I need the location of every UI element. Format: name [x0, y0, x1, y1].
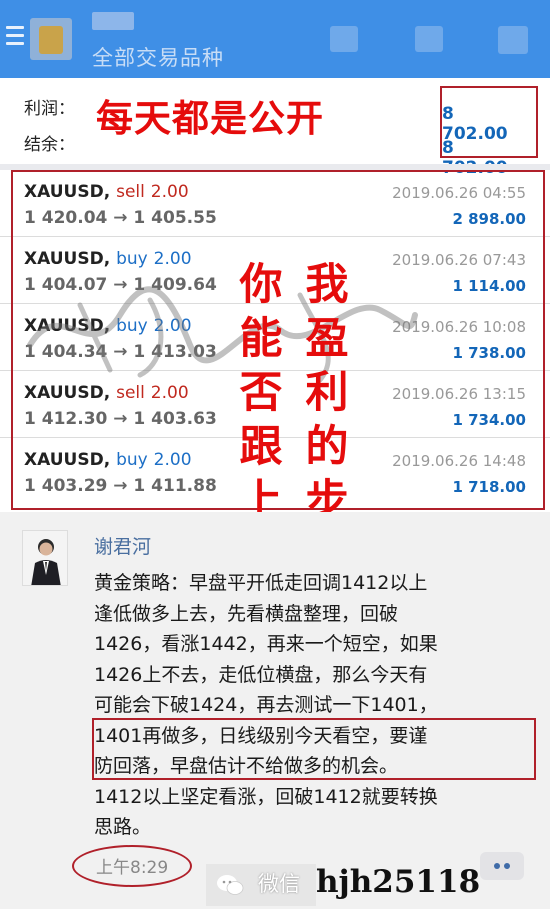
trade-profit: 1 734.00: [452, 411, 526, 429]
trade-symbol: XAUUSD,: [24, 182, 111, 202]
overlay-char: 能: [239, 314, 283, 364]
trade-row[interactable]: XAUUSD, sell 2.00 1 420.04 → 1 405.55 20…: [0, 170, 550, 237]
trade-symbol: XAUUSD,: [24, 249, 111, 269]
trade-symbol: XAUUSD,: [24, 450, 111, 470]
profit-label: 利润：: [24, 99, 75, 119]
trade-volume: 2.00: [153, 450, 192, 470]
summary-values-highlight: 8 702.00 8 702.00: [440, 86, 538, 178]
trade-prices: 1 404.07 → 1 409.64: [24, 275, 217, 295]
trade-symbol: XAUUSD,: [24, 316, 111, 336]
blurred-toolbar-icon[interactable]: [330, 26, 358, 52]
watermark-id: hjh25118: [316, 864, 481, 900]
message-line: 逢低做多上去，先看横盘整理，回破: [94, 602, 399, 625]
overlay-char: 我: [305, 260, 349, 310]
person-icon: [23, 531, 67, 585]
trade-prices: 1 412.30 → 1 403.63: [24, 409, 217, 429]
message-line: 黄金策略：早盘平开低走回调1412以上: [94, 572, 428, 594]
trade-date: 2019.06.26 04:55: [392, 184, 526, 202]
overlay-char: 盈: [305, 314, 349, 364]
trade-profit: 1 718.00: [452, 478, 526, 496]
app-header: 全部交易品种: [0, 0, 550, 78]
symbols-filter-title[interactable]: 全部交易品种: [92, 42, 224, 72]
trade-side: buy: [116, 316, 148, 336]
trade-volume: 2.00: [153, 316, 192, 336]
account-summary: 利润： 结余： 每天都是公开 8 702.00 8 702.00: [0, 80, 550, 178]
overlay-vertical-text: 你 能 否 跟 上: [234, 258, 288, 528]
trade-side: sell: [116, 182, 145, 202]
blurred-toolbar-icon[interactable]: [415, 26, 443, 52]
message-line: 1412以上坚定看涨，回破1412就要转换: [94, 785, 438, 808]
app-logo-icon: [30, 18, 72, 60]
message-highlight-box: [92, 718, 536, 780]
trade-volume: 2.00: [150, 383, 189, 403]
avatar[interactable]: [22, 530, 68, 586]
blurred-header-text: [92, 12, 134, 30]
overlay-char: 你: [239, 260, 283, 310]
sender-name[interactable]: 谢君河: [94, 532, 151, 559]
message-line: 1426上不去，走低位横盘，那么今天有: [94, 663, 428, 686]
trade-side: buy: [116, 450, 148, 470]
balance-label: 结余：: [24, 135, 75, 155]
trade-date: 2019.06.26 10:08: [392, 318, 526, 336]
trade-prices: 1 420.04 → 1 405.55: [24, 208, 217, 228]
overlay-char: 跟: [239, 422, 283, 472]
overlay-headline: 每天都是公开: [96, 97, 324, 140]
overlay-char: 否: [239, 368, 283, 418]
trade-profit: 2 898.00: [452, 210, 526, 228]
message-line: 思路。: [94, 816, 152, 838]
trade-volume: 2.00: [150, 182, 189, 202]
message-body[interactable]: 黄金策略：早盘平开低走回调1412以上 逢低做多上去，先看横盘整理，回破 142…: [94, 568, 534, 843]
overlay-char: 的: [305, 422, 349, 472]
trade-prices: 1 403.29 → 1 411.88: [24, 476, 217, 496]
trade-volume: 2.00: [153, 249, 192, 269]
more-options-button[interactable]: [480, 852, 524, 880]
overlay-char: 利: [305, 368, 349, 418]
trade-date: 2019.06.26 14:48: [392, 452, 526, 470]
watermark-label: 微信: [258, 872, 300, 896]
trade-profit: 1 738.00: [452, 344, 526, 362]
trade-date: 2019.06.26 07:43: [392, 251, 526, 269]
trade-date: 2019.06.26 13:15: [392, 385, 526, 403]
trade-side: buy: [116, 249, 148, 269]
wechat-icon: [217, 875, 244, 895]
trade-profit: 1 114.00: [452, 277, 526, 295]
message-time: 上午8:29: [96, 858, 169, 878]
trade-symbol: XAUUSD,: [24, 383, 111, 403]
message-line: 1426，看涨1442，再来一个短空，如果: [94, 633, 438, 655]
blurred-toolbar-icon[interactable]: [498, 26, 528, 54]
menu-icon[interactable]: [6, 26, 24, 46]
message-line: 可能会下破1424，再去测试一下1401，: [94, 694, 438, 716]
trade-prices: 1 404.34 → 1 413.03: [24, 342, 217, 362]
trade-side: sell: [116, 383, 145, 403]
